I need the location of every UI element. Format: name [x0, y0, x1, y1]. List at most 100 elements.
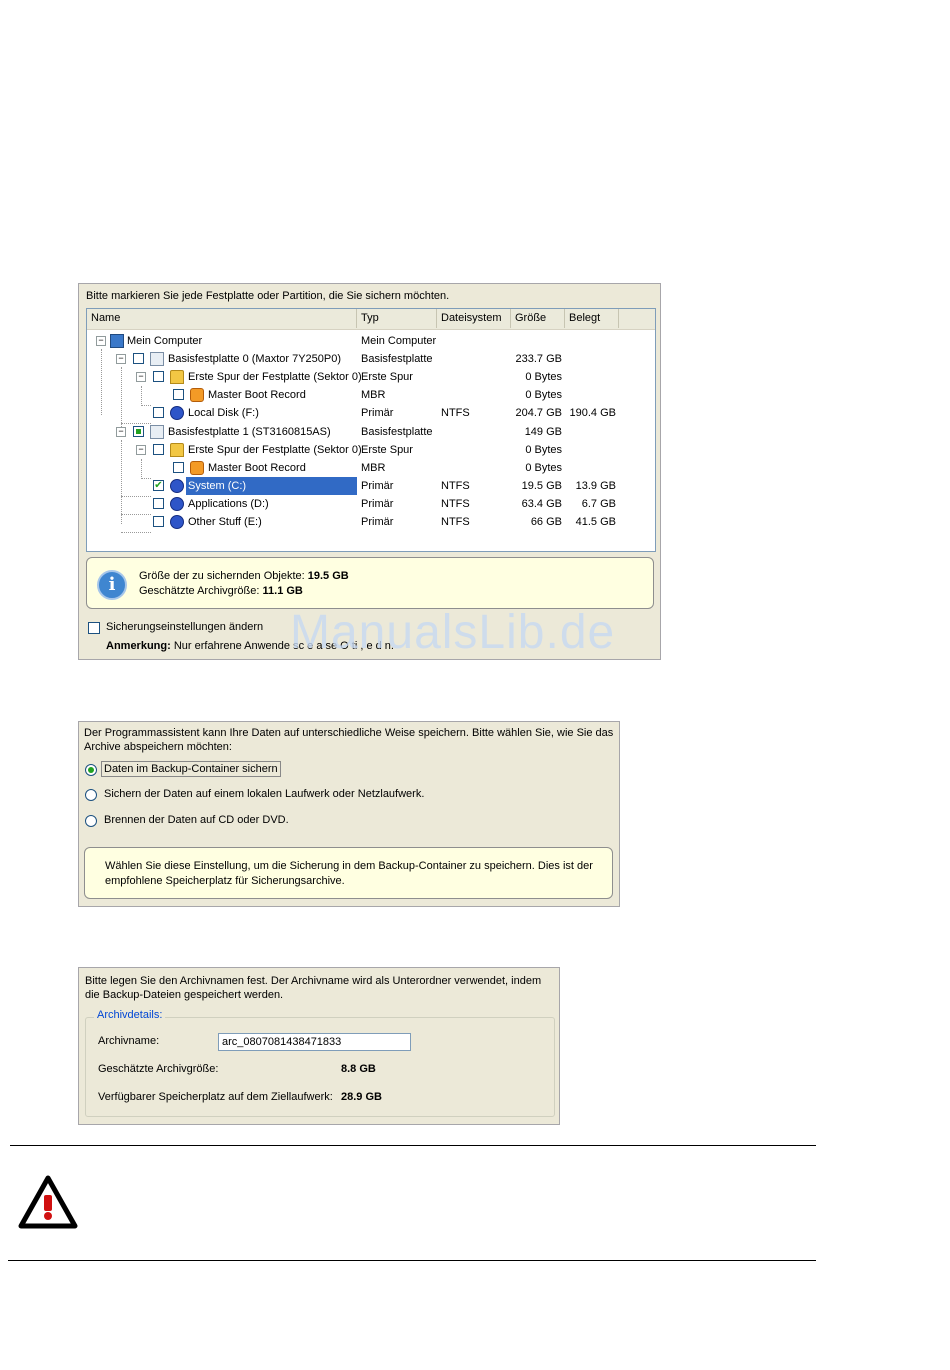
- tree-row-system-c[interactable]: ✔ System (C:) Primär NTFS 19.5 GB 13.9 G…: [87, 477, 655, 495]
- info-archive-line: Geschätzte Archivgröße: 11.1 GB: [139, 585, 303, 597]
- option-local-drive-radio[interactable]: [85, 789, 97, 801]
- row-name: Basisfestplatte 1 (ST3160815AS): [168, 426, 331, 438]
- tree-header: Name Typ Dateisystem Größe Belegt: [87, 309, 655, 330]
- change-settings-checkbox[interactable]: [88, 622, 100, 634]
- row-used: 13.9 GB: [575, 480, 616, 492]
- row-used: 190.4 GB: [569, 407, 616, 419]
- warning-top-rule: [10, 1145, 816, 1146]
- row-used: 41.5 GB: [575, 516, 616, 528]
- tree-row-first-track-0[interactable]: − Erste Spur der Festplatte (Sektor 0) E…: [87, 368, 655, 386]
- storage-prompt: Der Programmassistent kann Ihre Daten au…: [84, 727, 614, 753]
- storage-method-panel: Der Programmassistent kann Ihre Daten au…: [78, 721, 620, 907]
- row-typ: Primär: [361, 516, 394, 528]
- row-size: 19.5 GB: [521, 480, 562, 492]
- tree-row-local-disk-f[interactable]: Local Disk (F:) Primär NTFS 204.7 GB 190…: [87, 404, 655, 422]
- row-size: 0 Bytes: [525, 444, 562, 456]
- row-typ: Primär: [361, 480, 394, 492]
- first-track-icon: [170, 443, 184, 457]
- mbr-icon: [190, 461, 204, 475]
- info-archive-value: 11.1 GB: [262, 585, 303, 597]
- row-name: Other Stuff (E:): [188, 516, 262, 528]
- row-typ: MBR: [361, 462, 386, 474]
- partition-icon: [170, 497, 184, 511]
- column-dateisystem[interactable]: Dateisystem: [437, 309, 511, 328]
- row-typ: Erste Spur: [361, 444, 413, 456]
- backup-selection-panel: Bitte markieren Sie jede Festplatte oder…: [78, 283, 661, 660]
- tree-row-applications-d[interactable]: Applications (D:) Primär NTFS 63.4 GB 6.…: [87, 495, 655, 513]
- option-burn-cd-label[interactable]: Brennen der Daten auf CD oder DVD.: [104, 814, 289, 826]
- other-stuff-e-checkbox[interactable]: [153, 516, 164, 527]
- row-size: 149 GB: [524, 426, 562, 438]
- option-burn-cd-radio[interactable]: [85, 815, 97, 827]
- watermark: ManualsLib.de: [290, 606, 616, 659]
- first-track-0-checkbox[interactable]: [153, 371, 164, 382]
- row-typ: Erste Spur: [361, 371, 413, 383]
- option-backup-container-radio[interactable]: [85, 764, 97, 776]
- tree-row-disk-1[interactable]: − Basisfestplatte 1 (ST3160815AS) Basisf…: [87, 423, 655, 441]
- info-archive-label: Geschätzte Archivgröße:: [139, 585, 260, 597]
- disk-tree[interactable]: Name Typ Dateisystem Größe Belegt − Mein…: [86, 308, 656, 552]
- partition-icon: [170, 406, 184, 420]
- row-typ: Primär: [361, 498, 394, 510]
- row-fs: NTFS: [441, 407, 470, 419]
- collapse-icon[interactable]: −: [116, 427, 126, 437]
- row-name: Erste Spur der Festplatte (Sektor 0): [188, 371, 362, 383]
- row-typ: Basisfestplatte: [361, 426, 433, 438]
- system-c-checkbox[interactable]: ✔: [153, 480, 164, 491]
- row-size: 204.7 GB: [515, 407, 562, 419]
- column-groesse[interactable]: Größe: [511, 309, 565, 328]
- row-name: System (C:): [188, 480, 247, 492]
- size-info-box: i Größe der zu sichernden Objekte: 19.5 …: [86, 557, 654, 609]
- column-typ[interactable]: Typ: [357, 309, 437, 328]
- storage-hint-box: Wählen Sie diese Einstellung, um die Sic…: [84, 847, 613, 899]
- partition-icon: [170, 515, 184, 529]
- info-size-label: Größe der zu sichernden Objekte:: [139, 570, 305, 582]
- row-typ: Primär: [361, 407, 394, 419]
- column-belegt[interactable]: Belegt: [565, 309, 619, 328]
- row-size: 66 GB: [530, 516, 562, 528]
- info-size-value: 19.5 GB: [307, 570, 349, 582]
- collapse-icon[interactable]: −: [136, 372, 146, 382]
- collapse-icon[interactable]: −: [96, 336, 106, 346]
- row-size: 233.7 GB: [515, 353, 562, 365]
- tree-row-other-stuff-e[interactable]: Other Stuff (E:) Primär NTFS 66 GB 41.5 …: [87, 513, 655, 531]
- row-used: 6.7 GB: [581, 498, 616, 510]
- warning-bottom-rule: [8, 1260, 816, 1261]
- row-size: 0 Bytes: [525, 462, 562, 474]
- option-backup-container-label[interactable]: Daten im Backup-Container sichern: [101, 761, 281, 777]
- row-fs: NTFS: [441, 480, 470, 492]
- note-label: Anmerkung:: [106, 640, 171, 652]
- row-typ: Mein Computer: [361, 335, 437, 347]
- tree-row-mbr-1[interactable]: Master Boot Record MBR 0 Bytes: [87, 459, 655, 477]
- column-name[interactable]: Name: [87, 309, 357, 328]
- tree-row-disk-0[interactable]: − Basisfestplatte 0 (Maxtor 7Y250P0) Bas…: [87, 350, 655, 368]
- collapse-icon[interactable]: −: [136, 445, 146, 455]
- local-disk-f-checkbox[interactable]: [153, 407, 164, 418]
- row-fs: NTFS: [441, 498, 470, 510]
- disk-1-checkbox[interactable]: [133, 426, 144, 437]
- estimated-size-label: Geschätzte Archivgröße:: [98, 1063, 219, 1075]
- option-local-drive-label[interactable]: Sichern der Daten auf einem lokalen Lauf…: [104, 788, 424, 800]
- mbr-icon: [190, 388, 204, 402]
- change-settings-label[interactable]: Sicherungseinstellungen ändern: [106, 621, 263, 633]
- selection-prompt: Bitte markieren Sie jede Festplatte oder…: [86, 290, 450, 302]
- archive-name-label: Archivname:: [98, 1035, 160, 1047]
- archive-name-input[interactable]: arc_08070814384718​33: [218, 1033, 411, 1051]
- tree-row-mbr-0[interactable]: Master Boot Record MBR 0 Bytes: [87, 386, 655, 404]
- row-size: 0 Bytes: [525, 389, 562, 401]
- tree-row-first-track-1[interactable]: − Erste Spur der Festplatte (Sektor 0) E…: [87, 441, 655, 459]
- first-track-icon: [170, 370, 184, 384]
- disk-0-checkbox[interactable]: [133, 353, 144, 364]
- first-track-1-checkbox[interactable]: [153, 444, 164, 455]
- mbr-0-checkbox[interactable]: [173, 389, 184, 400]
- row-name: Basisfestplatte 0 (Maxtor 7Y250P0): [168, 353, 342, 365]
- tree-row-mein-computer[interactable]: − Mein Computer Mein Computer: [87, 332, 655, 350]
- storage-hint: Wählen Sie diese Einstellung, um die Sic…: [105, 860, 593, 887]
- applications-d-checkbox[interactable]: [153, 498, 164, 509]
- mbr-1-checkbox[interactable]: [173, 462, 184, 473]
- row-name: Erste Spur der Festplatte (Sektor 0): [188, 444, 362, 456]
- estimated-size-value: 8.8 GB: [341, 1063, 376, 1075]
- collapse-icon[interactable]: −: [116, 354, 126, 364]
- row-name: Master Boot Record: [208, 389, 306, 401]
- info-size-line: Größe der zu sichernden Objekte: 19.5 GB: [139, 570, 349, 582]
